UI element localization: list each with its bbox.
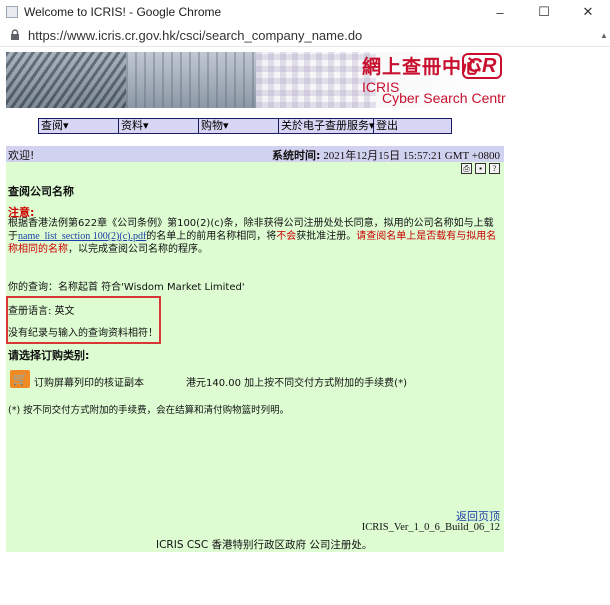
banner-harbour-image — [6, 52, 126, 108]
menu-item-info[interactable]: 资料▾ — [119, 119, 199, 133]
browser-titlebar: Welcome to ICRIS! - Google Chrome – ☐ ✕ — [0, 0, 610, 24]
maximize-button[interactable]: ☐ — [522, 0, 566, 24]
query-summary: 你的查询：名称起首 符合'Wisdom Market Limited' — [8, 282, 245, 293]
welcome-text: 欢迎! — [8, 149, 35, 162]
save-icon[interactable]: ▪ — [475, 163, 486, 174]
notice-part-3: 获批准注册。 — [296, 231, 357, 242]
main-content: 欢迎! 系统时间: 2021年12月15日 15:57:21 GMT +0800… — [6, 146, 504, 552]
order-price: 港元140.00 加上按不同交付方式附加的手续费(*) — [186, 378, 407, 389]
page-title: 查阅公司名称 — [8, 185, 74, 198]
cr-logo-icon: CR — [462, 53, 502, 79]
lock-icon — [11, 29, 19, 40]
main-menu: 查阅▾ 资料▾ 购物▾ 关於电子查册服务▾ 登出 — [38, 118, 452, 134]
notice-warning-1: 不会 — [276, 231, 297, 242]
page-favicon-icon — [6, 6, 18, 18]
name-list-pdf-link[interactable]: name_list_section 100(2)(c).pdf — [18, 231, 146, 242]
tool-icons: ⎙ ▪ ? — [461, 163, 500, 174]
notice-part-4: ，以完成查阅公司名称的程序。 — [68, 244, 208, 255]
url-text[interactable]: https://www.icris.cr.gov.hk/csci/search_… — [28, 28, 362, 43]
scrollbar-up-arrow-icon[interactable]: ▲ — [598, 24, 610, 46]
version-label: ICRIS_Ver_1_0_6_Build_06_12 — [361, 522, 500, 533]
notice-part-2: 的名单上的前用名称相同，将 — [146, 231, 277, 242]
site-banner: 網上查冊中心 CR ICRIS Cyber Search Centre — [6, 52, 506, 108]
banner-english-title: Cyber Search Centre — [382, 90, 506, 106]
address-bar[interactable]: https://www.icris.cr.gov.hk/csci/search_… — [0, 24, 610, 47]
banner-city-image — [126, 52, 256, 108]
menu-item-logout[interactable]: 登出 — [374, 119, 451, 133]
help-icon[interactable]: ? — [489, 163, 500, 174]
window-title: Welcome to ICRIS! - Google Chrome — [24, 5, 222, 19]
menu-item-search[interactable]: 查阅▾ — [39, 119, 119, 133]
notice-text: 根据香港法例第622章《公司条例》第100(2)(c)条，除非获得公司注册处处长… — [8, 217, 502, 256]
print-icon[interactable]: ⎙ — [461, 163, 472, 174]
status-bar: 欢迎! 系统时间: 2021年12月15日 15:57:21 GMT +0800 — [6, 146, 504, 162]
minimize-button[interactable]: – — [478, 0, 522, 24]
page-footer: ICRIS CSC 香港特别行政区政府 公司注册处。 — [156, 539, 373, 551]
system-time: 系统时间: 2021年12月15日 15:57:21 GMT +0800 — [272, 147, 500, 163]
menu-item-about[interactable]: 关於电子查册服务▾ — [279, 119, 375, 133]
banner-grid-pattern — [256, 52, 376, 108]
no-record-message: 没有纪录与输入的查询资料相符！ — [8, 328, 158, 339]
system-time-label: 系统时间: — [272, 149, 321, 162]
shopping-cart-icon[interactable]: 🛒 — [10, 370, 30, 388]
close-button[interactable]: ✕ — [566, 0, 610, 24]
system-time-value: 2021年12月15日 15:57:21 GMT +0800 — [323, 150, 500, 162]
order-category-title: 请选择订购类别: — [8, 349, 90, 362]
delivery-fee-note: (*) 按不同交付方式附加的手续费，会在结算和清付购物篮时列明。 — [8, 405, 290, 416]
menu-item-shopping[interactable]: 购物▾ — [199, 119, 279, 133]
search-language: 查册语言: 英文 — [8, 306, 75, 317]
order-certified-copy-link[interactable]: 订购屏幕列印的核证副本 — [34, 374, 144, 389]
